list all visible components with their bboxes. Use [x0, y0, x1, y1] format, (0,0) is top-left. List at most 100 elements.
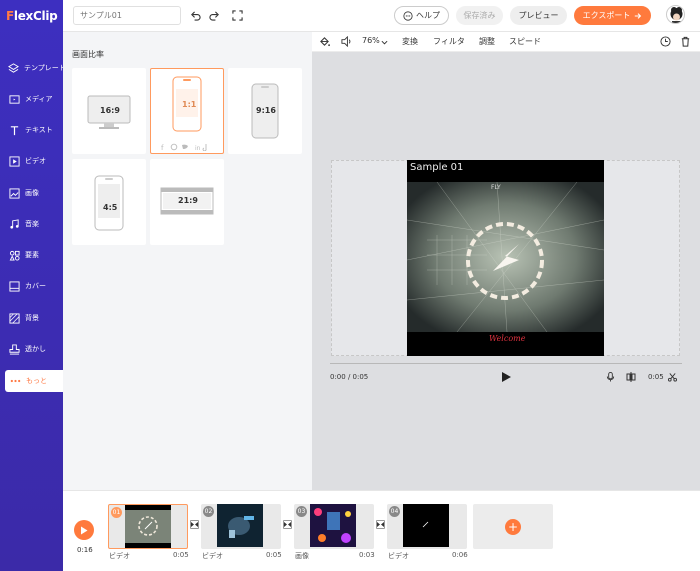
split-icon[interactable] — [626, 372, 636, 385]
watermark-icon — [8, 343, 20, 355]
timeline-clip[interactable]: 02 — [201, 504, 281, 549]
clip-thumbnail — [403, 504, 449, 547]
sidebar-item-more[interactable]: もっと — [5, 370, 63, 392]
help-label: ヘルプ — [416, 11, 440, 20]
help-button[interactable]: ヘルプ — [394, 6, 449, 25]
text-icon — [8, 124, 20, 136]
sidebar-item-video[interactable]: ビデオ — [0, 150, 63, 172]
cover-icon — [8, 280, 20, 292]
adjust-tool[interactable]: 調整 — [479, 36, 495, 47]
preview-button[interactable]: プレビュー — [510, 6, 567, 25]
ratio-21-9-option[interactable]: 21:9 — [150, 159, 224, 245]
sidebar-item-elements[interactable]: 要素 — [0, 244, 63, 266]
video-title: Sample 01 — [410, 162, 464, 173]
timeline-clip[interactable]: 01 — [108, 504, 188, 549]
svg-text:FLY: FLY — [491, 184, 501, 191]
transform-tool[interactable]: 変換 — [402, 36, 418, 47]
undo-icon[interactable] — [188, 8, 202, 22]
avatar[interactable] — [666, 5, 685, 24]
video-caption: Welcome — [489, 334, 526, 343]
export-button[interactable]: エクスポート — [574, 6, 651, 25]
transition-icon — [284, 522, 291, 527]
clip-number: 03 — [296, 506, 307, 517]
clip-duration: 0:06 — [452, 551, 468, 559]
aspect-ratio-panel: 画面比率 16:9 1:1 f in 9:16 4:5 21:9 — [63, 32, 312, 490]
clip-duration: 0:03 — [359, 551, 375, 559]
volume-icon[interactable] — [341, 35, 352, 50]
sidebar-item-label: 透かし — [25, 345, 46, 353]
clip-type: 画像 — [295, 552, 309, 560]
social-icons: f in — [161, 143, 207, 151]
ratio-4-5-option[interactable]: 4:5 — [72, 159, 146, 245]
clip-thumbnail — [217, 504, 263, 547]
clip-type: ビデオ — [388, 552, 409, 560]
ratio-label: 1:1 — [182, 100, 197, 109]
trash-icon[interactable] — [680, 36, 691, 50]
add-clip-button[interactable]: + — [473, 504, 553, 549]
clip-thumbnail — [310, 504, 356, 547]
clip-duration: 0:05 — [266, 551, 282, 559]
export-label: エクスポート — [582, 11, 631, 20]
sidebar-item-label: 音楽 — [25, 220, 39, 228]
top-bar: ヘルプ 保存済み プレビュー エクスポート — [63, 0, 700, 32]
microphone-icon[interactable] — [606, 372, 615, 385]
sidebar-item-media[interactable]: メディア — [0, 88, 63, 110]
progress-track[interactable] — [330, 363, 682, 364]
sidebar-item-label: カバー — [25, 282, 46, 290]
redo-icon[interactable] — [207, 8, 221, 22]
transition-button[interactable] — [376, 520, 385, 529]
transition-button[interactable] — [190, 520, 199, 529]
sidebar-item-image[interactable]: 画像 — [0, 182, 63, 204]
clock-icon[interactable] — [660, 36, 671, 50]
ratio-9-16-option[interactable]: 9:16 — [228, 68, 302, 154]
zoom-level[interactable]: 76% — [362, 36, 380, 45]
music-icon — [8, 218, 20, 230]
background-icon — [8, 312, 20, 324]
clip-number: 04 — [389, 506, 400, 517]
sidebar-item-text[interactable]: テキスト — [0, 119, 63, 141]
sidebar-item-label: もっと — [26, 377, 47, 385]
timeline-clip[interactable]: 03 — [294, 504, 374, 549]
sidebar-item-background[interactable]: 背景 — [0, 307, 63, 329]
ratio-16-9-option[interactable]: 16:9 — [72, 68, 146, 154]
scissors-icon[interactable] — [668, 372, 677, 385]
transition-icon — [377, 522, 384, 527]
ratio-1-1-option[interactable]: 1:1 f in — [150, 68, 224, 154]
editor-toolbar: 76% 変換 フィルタ 調整 スピード — [312, 32, 700, 52]
more-icon — [9, 375, 21, 387]
sidebar-item-templates[interactable]: テンプレート — [0, 57, 66, 79]
sidebar-item-label: テンプレート — [24, 64, 66, 72]
video-preview[interactable]: FLY Sample 01 Welcome — [407, 160, 604, 356]
sidebar-item-cover[interactable]: カバー — [0, 275, 63, 297]
paint-bucket-icon[interactable] — [319, 36, 330, 50]
sidebar-item-music[interactable]: 音楽 — [0, 213, 63, 235]
chevron-down-icon[interactable] — [381, 38, 388, 48]
timeline: 0:16 01 ビデオ 0:05 02 ビデオ 0:05 03 画像 0:03 … — [63, 490, 700, 571]
video-frame: FLY — [407, 181, 604, 333]
ratio-label: 9:16 — [256, 106, 276, 115]
sidebar-item-label: ビデオ — [25, 157, 46, 165]
svg-text:in: in — [195, 145, 201, 151]
clip-thumbnail — [125, 505, 171, 548]
filter-tool[interactable]: フィルタ — [433, 36, 465, 47]
transition-button[interactable] — [283, 520, 292, 529]
timeline-clip[interactable]: 04 — [387, 504, 467, 549]
play-icon[interactable] — [502, 372, 511, 385]
clip-number: 02 — [203, 506, 214, 517]
logo-text: lexClip — [13, 9, 58, 23]
panel-title: 画面比率 — [72, 50, 104, 59]
timeline-play-button[interactable] — [74, 520, 94, 540]
sidebar-item-label: 画像 — [25, 189, 39, 197]
clip-type: ビデオ — [202, 552, 223, 560]
folder-icon — [8, 93, 20, 105]
chat-icon — [403, 10, 413, 21]
fullscreen-icon[interactable] — [230, 8, 244, 22]
speed-tool[interactable]: スピード — [509, 36, 541, 47]
layers-icon — [8, 62, 19, 74]
project-name-input[interactable] — [73, 6, 181, 25]
flexclip-logo[interactable]: FlexClip — [6, 9, 58, 23]
sidebar-item-label: 要素 — [25, 251, 39, 259]
ratio-label: 16:9 — [100, 106, 120, 115]
sidebar-item-watermark[interactable]: 透かし — [0, 338, 63, 360]
sidebar-item-label: 背景 — [25, 314, 39, 322]
